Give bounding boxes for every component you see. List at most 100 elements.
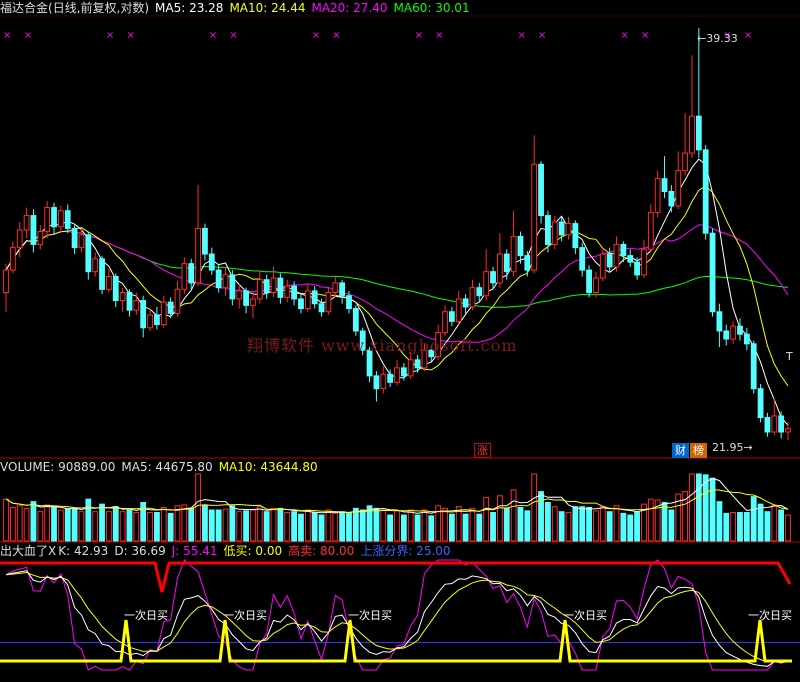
- volume-bar: [593, 510, 599, 542]
- top-marker: ×: [744, 30, 752, 41]
- candle-body: [78, 234, 85, 249]
- volume-bar: [147, 512, 153, 542]
- candle-body: [689, 115, 695, 154]
- volume-bar: [339, 511, 346, 542]
- volume-bar: [126, 509, 133, 542]
- volume-bar: [764, 511, 771, 542]
- candle-body: [634, 261, 640, 276]
- buy-signal-label: 一次日买: [124, 609, 168, 622]
- candle-body: [16, 229, 23, 249]
- candle-body: [332, 282, 339, 294]
- volume-bar: [160, 507, 167, 542]
- candle-body: [51, 207, 57, 228]
- volume-value: VOLUME: 90889.00: [0, 460, 116, 474]
- candle-body: [764, 417, 771, 433]
- candle-body: [709, 232, 716, 313]
- candle-body: [531, 163, 538, 271]
- volume-bar: [524, 510, 531, 542]
- candle-body: [400, 367, 407, 377]
- volume-bar: [634, 512, 640, 542]
- candle-body: [256, 279, 263, 300]
- candle-body: [442, 311, 448, 334]
- volume-bar: [236, 511, 243, 542]
- candle-body: [565, 223, 572, 236]
- candle-body: [99, 258, 105, 290]
- ma20-line: [5, 224, 789, 343]
- volume-bar: [44, 504, 51, 542]
- candle-body: [620, 243, 627, 257]
- candle-body: [695, 115, 702, 151]
- volume-bar: [99, 503, 105, 542]
- candle-body: [270, 277, 277, 294]
- volume-bar: [202, 504, 208, 542]
- buy-signal-label: 一次日买: [348, 609, 392, 622]
- candle-body: [414, 359, 421, 369]
- top-marker: ×: [312, 30, 320, 41]
- candle-body: [661, 178, 668, 193]
- volume-bar: [496, 495, 503, 542]
- volume-bar: [448, 513, 455, 542]
- finance-tag[interactable]: 财: [672, 443, 689, 458]
- volume-bar: [647, 498, 654, 542]
- volume-bar: [85, 498, 92, 542]
- candle-body: [627, 255, 634, 263]
- candle-body: [510, 235, 517, 273]
- volume-bar: [469, 507, 476, 542]
- candle-body: [778, 415, 785, 433]
- volume-bar: [428, 515, 435, 542]
- candle-body: [3, 269, 9, 294]
- volume-bar: [462, 513, 469, 542]
- ma60-value: MA60: 30.01: [393, 1, 470, 15]
- volume-bar: [64, 508, 71, 542]
- candle-body: [119, 292, 126, 302]
- buy-signal-label: 一次日买: [563, 609, 607, 622]
- volume-bar: [154, 512, 160, 542]
- volume-bar: [531, 473, 538, 542]
- volume-bar: [174, 505, 181, 542]
- price-panel-header: 福达合金 (日线,前复权,对数) MA5: 23.28 MA10: 24.44 …: [0, 0, 476, 16]
- volume-bar: [689, 473, 695, 542]
- volume-bar: [318, 514, 325, 542]
- candle-body: [476, 287, 483, 297]
- candle-body: [263, 279, 270, 294]
- candle-body: [243, 290, 249, 306]
- candle-body: [154, 314, 160, 326]
- candle-body: [757, 388, 764, 419]
- top-marker: ×: [209, 30, 217, 41]
- buy-signal-label: 一次日买: [748, 609, 792, 622]
- right-mark: T: [786, 350, 793, 363]
- volume-bar: [270, 507, 277, 542]
- volume-bar: [51, 507, 57, 542]
- volume-bar: [291, 511, 298, 542]
- volume-ma5: MA5: 44675.80: [121, 460, 213, 474]
- candle-body: [64, 210, 71, 229]
- volume-bar: [490, 512, 496, 542]
- stock-name: 福达合金: [0, 1, 49, 15]
- volume-bar: [373, 507, 380, 542]
- ranking-tag[interactable]: 榜: [690, 443, 707, 458]
- volume-bar: [250, 509, 256, 542]
- candle-body: [298, 298, 304, 310]
- volume-bar: [586, 507, 592, 542]
- volume-bar: [3, 498, 9, 542]
- volume-bar: [627, 514, 634, 542]
- top-marker: ×: [435, 30, 443, 41]
- candle-body: [785, 428, 791, 433]
- volume-bar: [442, 507, 448, 542]
- d-value: D: 36.69: [114, 544, 166, 558]
- limit-up-tag[interactable]: 涨: [474, 443, 491, 458]
- candle-body: [599, 253, 606, 279]
- volume-bar: [613, 505, 620, 542]
- candle-body: [647, 211, 654, 250]
- candle-body: [277, 277, 284, 298]
- top-marker: ×: [126, 30, 134, 41]
- volume-bar: [668, 509, 675, 542]
- candle-body: [339, 282, 346, 297]
- candle-body: [208, 253, 215, 271]
- volume-bar: [311, 512, 318, 542]
- volume-bar: [304, 509, 311, 542]
- rise-boundary-value: 上涨分界: 25.00: [360, 544, 451, 558]
- candle-body: [30, 215, 37, 245]
- volume-bar: [394, 510, 400, 542]
- candle-body: [325, 292, 332, 313]
